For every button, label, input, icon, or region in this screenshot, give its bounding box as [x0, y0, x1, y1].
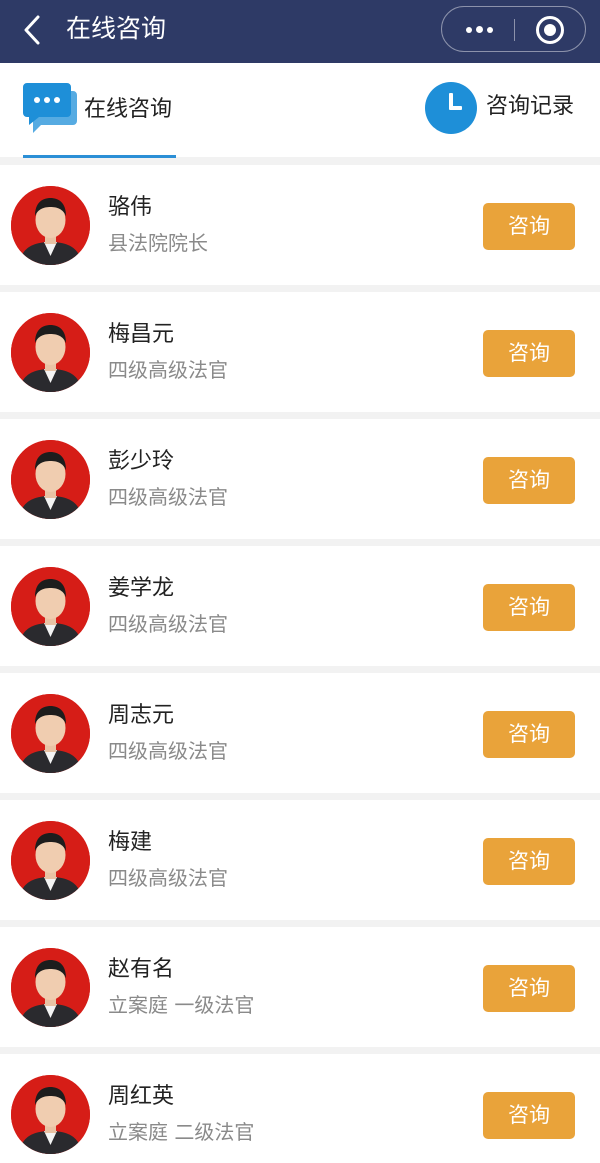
chevron-left-icon[interactable] — [18, 14, 48, 46]
avatar — [11, 821, 90, 900]
avatar — [11, 313, 90, 392]
judge-card: 赵有名 立案庭 一级法官 咨询 — [0, 927, 600, 1047]
judge-card: 梅昌元 四级高级法官 咨询 — [0, 292, 600, 412]
mini-program-capsule — [441, 6, 586, 52]
judge-name: 周志元 — [108, 703, 175, 728]
tab-online-label: 在线咨询 — [84, 97, 173, 122]
capsule-divider — [514, 19, 515, 41]
consult-button[interactable]: 咨询 — [483, 584, 575, 631]
judge-name: 姜学龙 — [108, 576, 175, 601]
judge-title: 四级高级法官 — [108, 739, 228, 763]
active-tab-underline — [23, 155, 176, 158]
judge-name: 梅建 — [108, 830, 153, 855]
avatar — [11, 694, 90, 773]
more-dots-icon[interactable] — [442, 7, 514, 53]
navbar: 在线咨询 — [0, 0, 600, 63]
avatar — [11, 948, 90, 1027]
consult-button[interactable]: 咨询 — [483, 711, 575, 758]
tab-bar: 在线咨询 咨询记录 — [0, 63, 600, 158]
judge-card: 梅建 四级高级法官 咨询 — [0, 800, 600, 920]
avatar — [11, 186, 90, 265]
consult-button[interactable]: 咨询 — [483, 457, 575, 504]
judge-name: 周红英 — [108, 1084, 175, 1109]
chat-bubble-icon — [23, 83, 77, 133]
judge-title: 县法院院长 — [108, 231, 208, 255]
judge-title: 四级高级法官 — [108, 612, 228, 636]
judge-card: 彭少玲 四级高级法官 咨询 — [0, 419, 600, 539]
tab-records-label: 咨询记录 — [486, 94, 575, 119]
consult-button[interactable]: 咨询 — [483, 330, 575, 377]
tab-consult-records[interactable]: 咨询记录 — [425, 82, 585, 136]
consult-button[interactable]: 咨询 — [483, 203, 575, 250]
judge-card: 周红英 立案庭 二级法官 咨询 — [0, 1054, 600, 1163]
target-close-icon[interactable] — [536, 16, 564, 44]
judge-name: 梅昌元 — [108, 322, 175, 347]
consult-button[interactable]: 咨询 — [483, 965, 575, 1012]
judge-name: 骆伟 — [108, 195, 153, 220]
page-title: 在线咨询 — [66, 14, 167, 43]
avatar — [11, 567, 90, 646]
consult-button[interactable]: 咨询 — [483, 1092, 575, 1139]
judge-card: 周志元 四级高级法官 咨询 — [0, 673, 600, 793]
avatar — [11, 440, 90, 519]
clock-icon — [425, 82, 477, 134]
judge-title: 立案庭 一级法官 — [108, 993, 255, 1017]
judge-name: 彭少玲 — [108, 449, 175, 474]
consult-button[interactable]: 咨询 — [483, 838, 575, 885]
judge-card: 骆伟 县法院院长 咨询 — [0, 165, 600, 285]
judge-title: 四级高级法官 — [108, 485, 228, 509]
judge-title: 四级高级法官 — [108, 358, 228, 382]
judge-title: 四级高级法官 — [108, 866, 228, 890]
judge-title: 立案庭 二级法官 — [108, 1120, 255, 1144]
judge-card: 姜学龙 四级高级法官 咨询 — [0, 546, 600, 666]
avatar — [11, 1075, 90, 1154]
judge-name: 赵有名 — [108, 957, 175, 982]
